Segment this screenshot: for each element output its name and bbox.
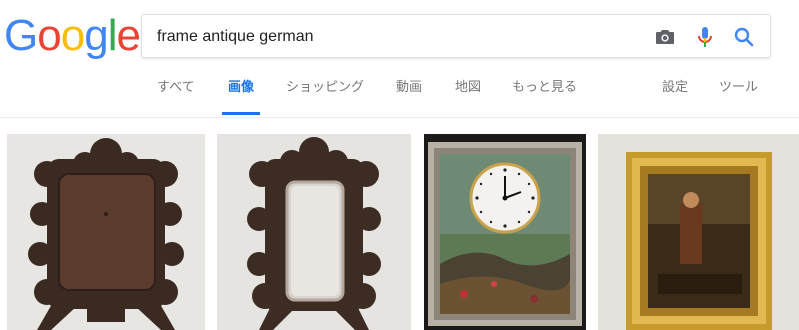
image-results bbox=[0, 134, 799, 330]
header: Google frame antique german すべて 画像 ショッピン… bbox=[0, 0, 799, 118]
camera-icon[interactable] bbox=[653, 25, 677, 49]
tab-maps[interactable]: 地図 bbox=[455, 78, 481, 116]
logo-letter: e bbox=[116, 11, 141, 60]
settings-link[interactable]: 設定 bbox=[662, 78, 688, 116]
logo-letter: o bbox=[37, 11, 62, 60]
tab-images[interactable]: 画像 bbox=[221, 78, 261, 116]
logo-letter: G bbox=[4, 11, 38, 60]
image-result-carved-frame-mirror[interactable] bbox=[217, 134, 411, 330]
image-result-carved-frame-back[interactable] bbox=[7, 134, 205, 330]
logo-letter: g bbox=[84, 11, 109, 60]
tab-all[interactable]: すべて bbox=[157, 78, 195, 116]
google-logo[interactable]: Google bbox=[4, 11, 141, 60]
microphone-icon[interactable] bbox=[693, 25, 717, 49]
logo-letter: o bbox=[60, 11, 86, 60]
search-box[interactable]: frame antique german bbox=[141, 14, 771, 58]
tools-link[interactable]: ツール bbox=[719, 78, 758, 116]
tab-more[interactable]: もっと見る bbox=[512, 78, 577, 116]
search-icon[interactable] bbox=[732, 25, 756, 49]
tab-videos[interactable]: 動画 bbox=[396, 78, 422, 116]
image-result-painting-clock[interactable] bbox=[424, 134, 586, 330]
image-result-gilt-framed-painting[interactable] bbox=[598, 134, 799, 330]
search-input[interactable]: frame antique german bbox=[157, 28, 314, 46]
search-tabs: すべて 画像 ショッピング 動画 地図 もっと見る 設定 ツール bbox=[0, 78, 799, 116]
logo-letter: l bbox=[107, 11, 118, 60]
tab-shopping[interactable]: ショッピング bbox=[286, 78, 364, 116]
